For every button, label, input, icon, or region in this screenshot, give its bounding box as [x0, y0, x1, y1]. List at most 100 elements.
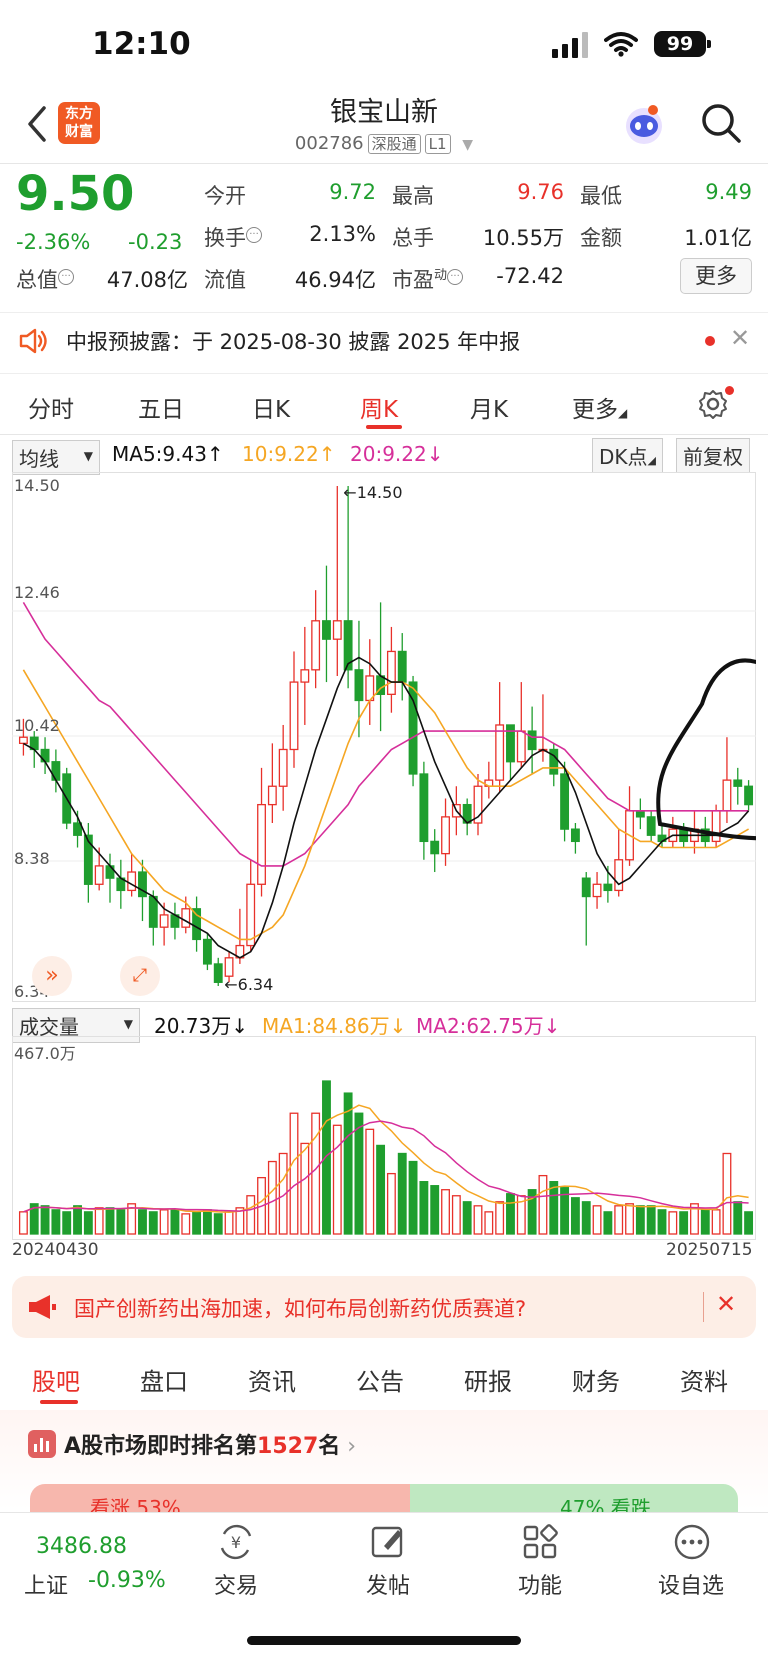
- functions-icon[interactable]: [520, 1522, 560, 1562]
- info-icon[interactable]: ···: [246, 227, 262, 243]
- rank-number: 1527: [257, 1434, 319, 1459]
- pe-label[interactable]: 市盈动 ···: [392, 264, 464, 294]
- volume-bar: [181, 1213, 191, 1235]
- mktcap-label[interactable]: 总值 ···: [16, 264, 74, 294]
- kline-chart[interactable]: ←14.50 ←6.34: [12, 472, 756, 1002]
- active-tab-indicator: [366, 425, 402, 429]
- fullscreen-icon[interactable]: ⤢: [120, 956, 160, 996]
- chart-icon: [28, 1430, 56, 1458]
- expand-icon[interactable]: »: [32, 956, 72, 996]
- index-name[interactable]: 上证: [24, 1568, 68, 1600]
- tab-research[interactable]: 研报: [464, 1362, 512, 1397]
- dropdown-icon[interactable]: ▼: [462, 137, 473, 153]
- active-section-indicator: [40, 1400, 78, 1404]
- more-button[interactable]: 更多: [680, 258, 752, 294]
- post-icon[interactable]: [368, 1522, 408, 1562]
- tab-monthly-k[interactable]: 月K: [470, 390, 508, 424]
- candle-body: [159, 914, 169, 928]
- low-label: 最低: [580, 184, 622, 208]
- tab-weekly-k[interactable]: 周K: [360, 390, 398, 424]
- nav-functions[interactable]: 功能: [518, 1568, 562, 1600]
- candle-body: [322, 620, 331, 640]
- candle: [322, 565, 331, 683]
- tab-financials[interactable]: 财务: [572, 1362, 620, 1397]
- more-options-icon[interactable]: [672, 1522, 712, 1562]
- svg-text:¥: ¥: [231, 1533, 241, 1552]
- amount-label: 金额: [580, 226, 622, 250]
- volume-bar: [138, 1209, 147, 1235]
- turnover-label[interactable]: 换手 ···: [204, 222, 262, 252]
- y-label: 10.42: [14, 716, 60, 735]
- banner-text[interactable]: 国产创新药出海加速，如何布局创新药优质赛道?: [74, 1293, 526, 1323]
- tab-news[interactable]: 资讯: [248, 1362, 296, 1397]
- volume-bar: [603, 1211, 613, 1235]
- candle-body: [51, 761, 61, 781]
- trade-icon[interactable]: ¥: [216, 1522, 256, 1562]
- ai-assistant-icon[interactable]: [622, 102, 666, 146]
- tabs-divider: [0, 434, 768, 435]
- adjust-button[interactable]: 前复权: [676, 438, 750, 473]
- bull-bar[interactable]: [30, 1484, 410, 1514]
- volume-bar: [322, 1080, 331, 1235]
- tab-daily-k[interactable]: 日K: [252, 390, 290, 424]
- tab-forum[interactable]: 股吧: [32, 1362, 80, 1397]
- tab-five-day[interactable]: 五日: [138, 390, 184, 424]
- rank-text[interactable]: A股市场即时排名第1527名 ›: [64, 1428, 356, 1460]
- volume-chart[interactable]: [12, 1036, 756, 1240]
- candle: [625, 786, 634, 866]
- volume-bar: [300, 1142, 310, 1235]
- change-percent: -2.36%: [16, 230, 91, 254]
- volume-bar: [386, 1172, 396, 1235]
- pe-value: -72.42: [496, 264, 564, 288]
- candle: [332, 486, 342, 676]
- indicator-select[interactable]: 均线 ▼: [12, 440, 100, 475]
- index-value[interactable]: 3486.88: [36, 1534, 127, 1559]
- candle: [570, 823, 580, 854]
- tab-intraday[interactable]: 分时: [28, 390, 74, 424]
- chart-frame: [12, 472, 756, 1002]
- volume-bar: [473, 1205, 483, 1235]
- tab-announcements[interactable]: 公告: [356, 1362, 404, 1397]
- gear-icon[interactable]: [697, 388, 729, 420]
- candle-body: [40, 748, 50, 763]
- volume-bar: [733, 1201, 743, 1235]
- candle-body: [246, 883, 256, 947]
- candle-body: [430, 840, 440, 855]
- dk-points-button[interactable]: DK点◢: [592, 438, 663, 473]
- nav-post[interactable]: 发帖: [366, 1568, 410, 1600]
- battery-indicator: 99: [654, 31, 706, 57]
- close-icon[interactable]: ✕: [730, 324, 750, 352]
- index-change[interactable]: -0.93%: [88, 1568, 166, 1593]
- close-icon[interactable]: ✕: [716, 1290, 736, 1318]
- volume-bar: [408, 1160, 418, 1235]
- battery-tip: [707, 40, 711, 48]
- volume-bar: [18, 1211, 28, 1235]
- candle-body: [138, 871, 147, 898]
- volume-bar: [289, 1112, 299, 1235]
- volume-bar: [40, 1205, 50, 1235]
- tab-orderbook[interactable]: 盘口: [140, 1362, 188, 1397]
- candle: [365, 639, 375, 725]
- info-icon[interactable]: ···: [58, 269, 74, 285]
- candle: [213, 957, 223, 986]
- notice-text[interactable]: 中报预披露：于 2025-08-30 披露 2025 年中报: [66, 326, 520, 356]
- tab-profile[interactable]: 资料: [680, 1362, 728, 1397]
- vol-ma2-line: [23, 1120, 749, 1213]
- info-icon[interactable]: ···: [447, 269, 464, 285]
- candle: [300, 626, 310, 725]
- candle-body: [332, 620, 342, 640]
- y-label: 14.50: [14, 476, 60, 495]
- candle: [311, 590, 321, 689]
- turnover-value: 2.13%: [309, 222, 376, 246]
- candle-body: [224, 957, 234, 977]
- candle: [127, 853, 137, 897]
- candle-body: [592, 883, 602, 898]
- nav-trade[interactable]: 交易: [214, 1568, 258, 1600]
- candle: [506, 724, 515, 781]
- search-icon[interactable]: [700, 102, 742, 144]
- candle: [473, 773, 483, 836]
- volume-bar: [430, 1185, 440, 1235]
- tab-more[interactable]: 更多◢: [572, 390, 627, 424]
- ma20-readout: 20:9.22↓: [350, 442, 444, 466]
- nav-watchlist[interactable]: 设自选: [658, 1568, 724, 1600]
